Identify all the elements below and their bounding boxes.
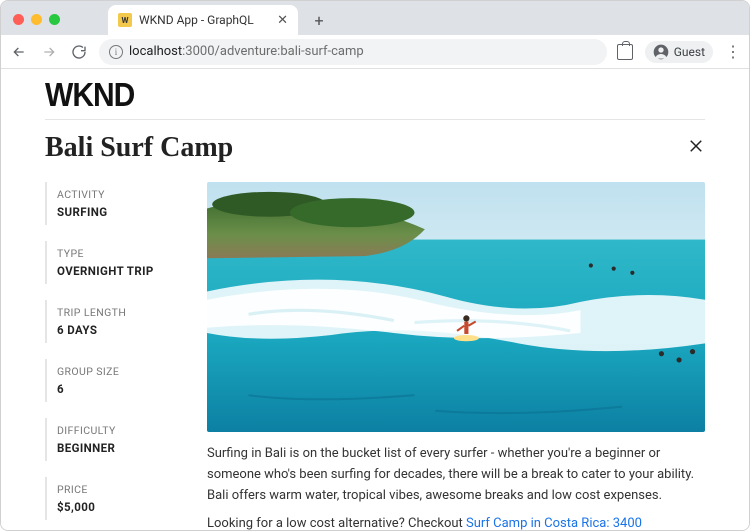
meta-label: TRIP LENGTH [57,306,185,319]
profile-chip[interactable]: Guest [645,41,713,63]
meta-label: PRICE [57,483,185,496]
meta-group-size: GROUP SIZE 6 [45,359,185,402]
url-port: :3000 [182,44,214,59]
hero-image [207,182,705,432]
meta-label: ACTIVITY [57,188,185,201]
meta-value: 6 [57,382,185,396]
url-path: /adventure:bali-surf-camp [215,44,364,59]
meta-value: $5,000 [57,500,185,514]
meta-value: SURFING [57,205,185,219]
tab-title: WKND App - GraphQL [139,13,270,27]
brand-logo[interactable]: WKND [45,77,705,114]
browser-window: W WKND App - GraphQL ✕ + i localhost:300… [0,0,750,531]
description-text: Surfing in Bali is on the bucket list of… [207,444,705,506]
avatar-icon [653,44,669,60]
meta-label: TYPE [57,247,185,260]
extensions-icon[interactable] [617,44,633,60]
forward-button[interactable] [39,42,59,62]
address-bar[interactable]: i localhost:3000/adventure:bali-surf-cam… [99,39,607,65]
window-zoom-button[interactable] [49,14,60,25]
divider [45,119,705,120]
alternative-link[interactable]: Surf Camp in Costa Rica: 3400 [466,516,642,530]
close-button[interactable] [687,137,705,159]
page-title: Bali Surf Camp [45,132,233,164]
url-host: localhost [129,44,182,59]
meta-value: OVERNIGHT TRIP [57,264,185,278]
titlebar: W WKND App - GraphQL ✕ + [1,1,749,35]
meta-activity: ACTIVITY SURFING [45,182,185,225]
new-tab-button[interactable]: + [306,7,332,33]
menu-icon[interactable]: ⋮ [725,44,741,60]
window-controls [9,14,100,35]
meta-type: TYPE OVERNIGHT TRIP [45,241,185,284]
meta-difficulty: DIFFICULTY BEGINNER [45,418,185,461]
window-close-button[interactable] [13,14,24,25]
alternative-prefix: Looking for a low cost alternative? Chec… [207,516,466,530]
tab-close-icon[interactable]: ✕ [277,13,288,28]
meta-value: BEGINNER [57,441,185,455]
back-button[interactable] [9,42,29,62]
meta-label: DIFFICULTY [57,424,185,437]
site-info-icon[interactable]: i [109,45,123,59]
title-row: Bali Surf Camp [45,132,705,164]
main-column: Surfing in Bali is on the bucket list of… [207,182,705,530]
alternative-line: Looking for a low cost alternative? Chec… [207,516,705,530]
tab-favicon: W [118,13,132,27]
meta-sidebar: ACTIVITY SURFING TYPE OVERNIGHT TRIP TRI… [45,182,185,530]
profile-label: Guest [674,45,705,59]
meta-trip-length: TRIP LENGTH 6 DAYS [45,300,185,343]
content-row: ACTIVITY SURFING TYPE OVERNIGHT TRIP TRI… [45,182,705,530]
meta-price: PRICE $5,000 [45,477,185,520]
toolbar: i localhost:3000/adventure:bali-surf-cam… [1,35,749,69]
meta-value: 6 DAYS [57,323,185,337]
toolbar-right: Guest ⋮ [617,41,741,63]
meta-label: GROUP SIZE [57,365,185,378]
window-minimize-button[interactable] [31,14,42,25]
page-content: WKND Bali Surf Camp ACTIVITY SURFING TYP… [1,69,749,530]
browser-tab[interactable]: W WKND App - GraphQL ✕ [108,5,298,35]
reload-button[interactable] [69,42,89,62]
